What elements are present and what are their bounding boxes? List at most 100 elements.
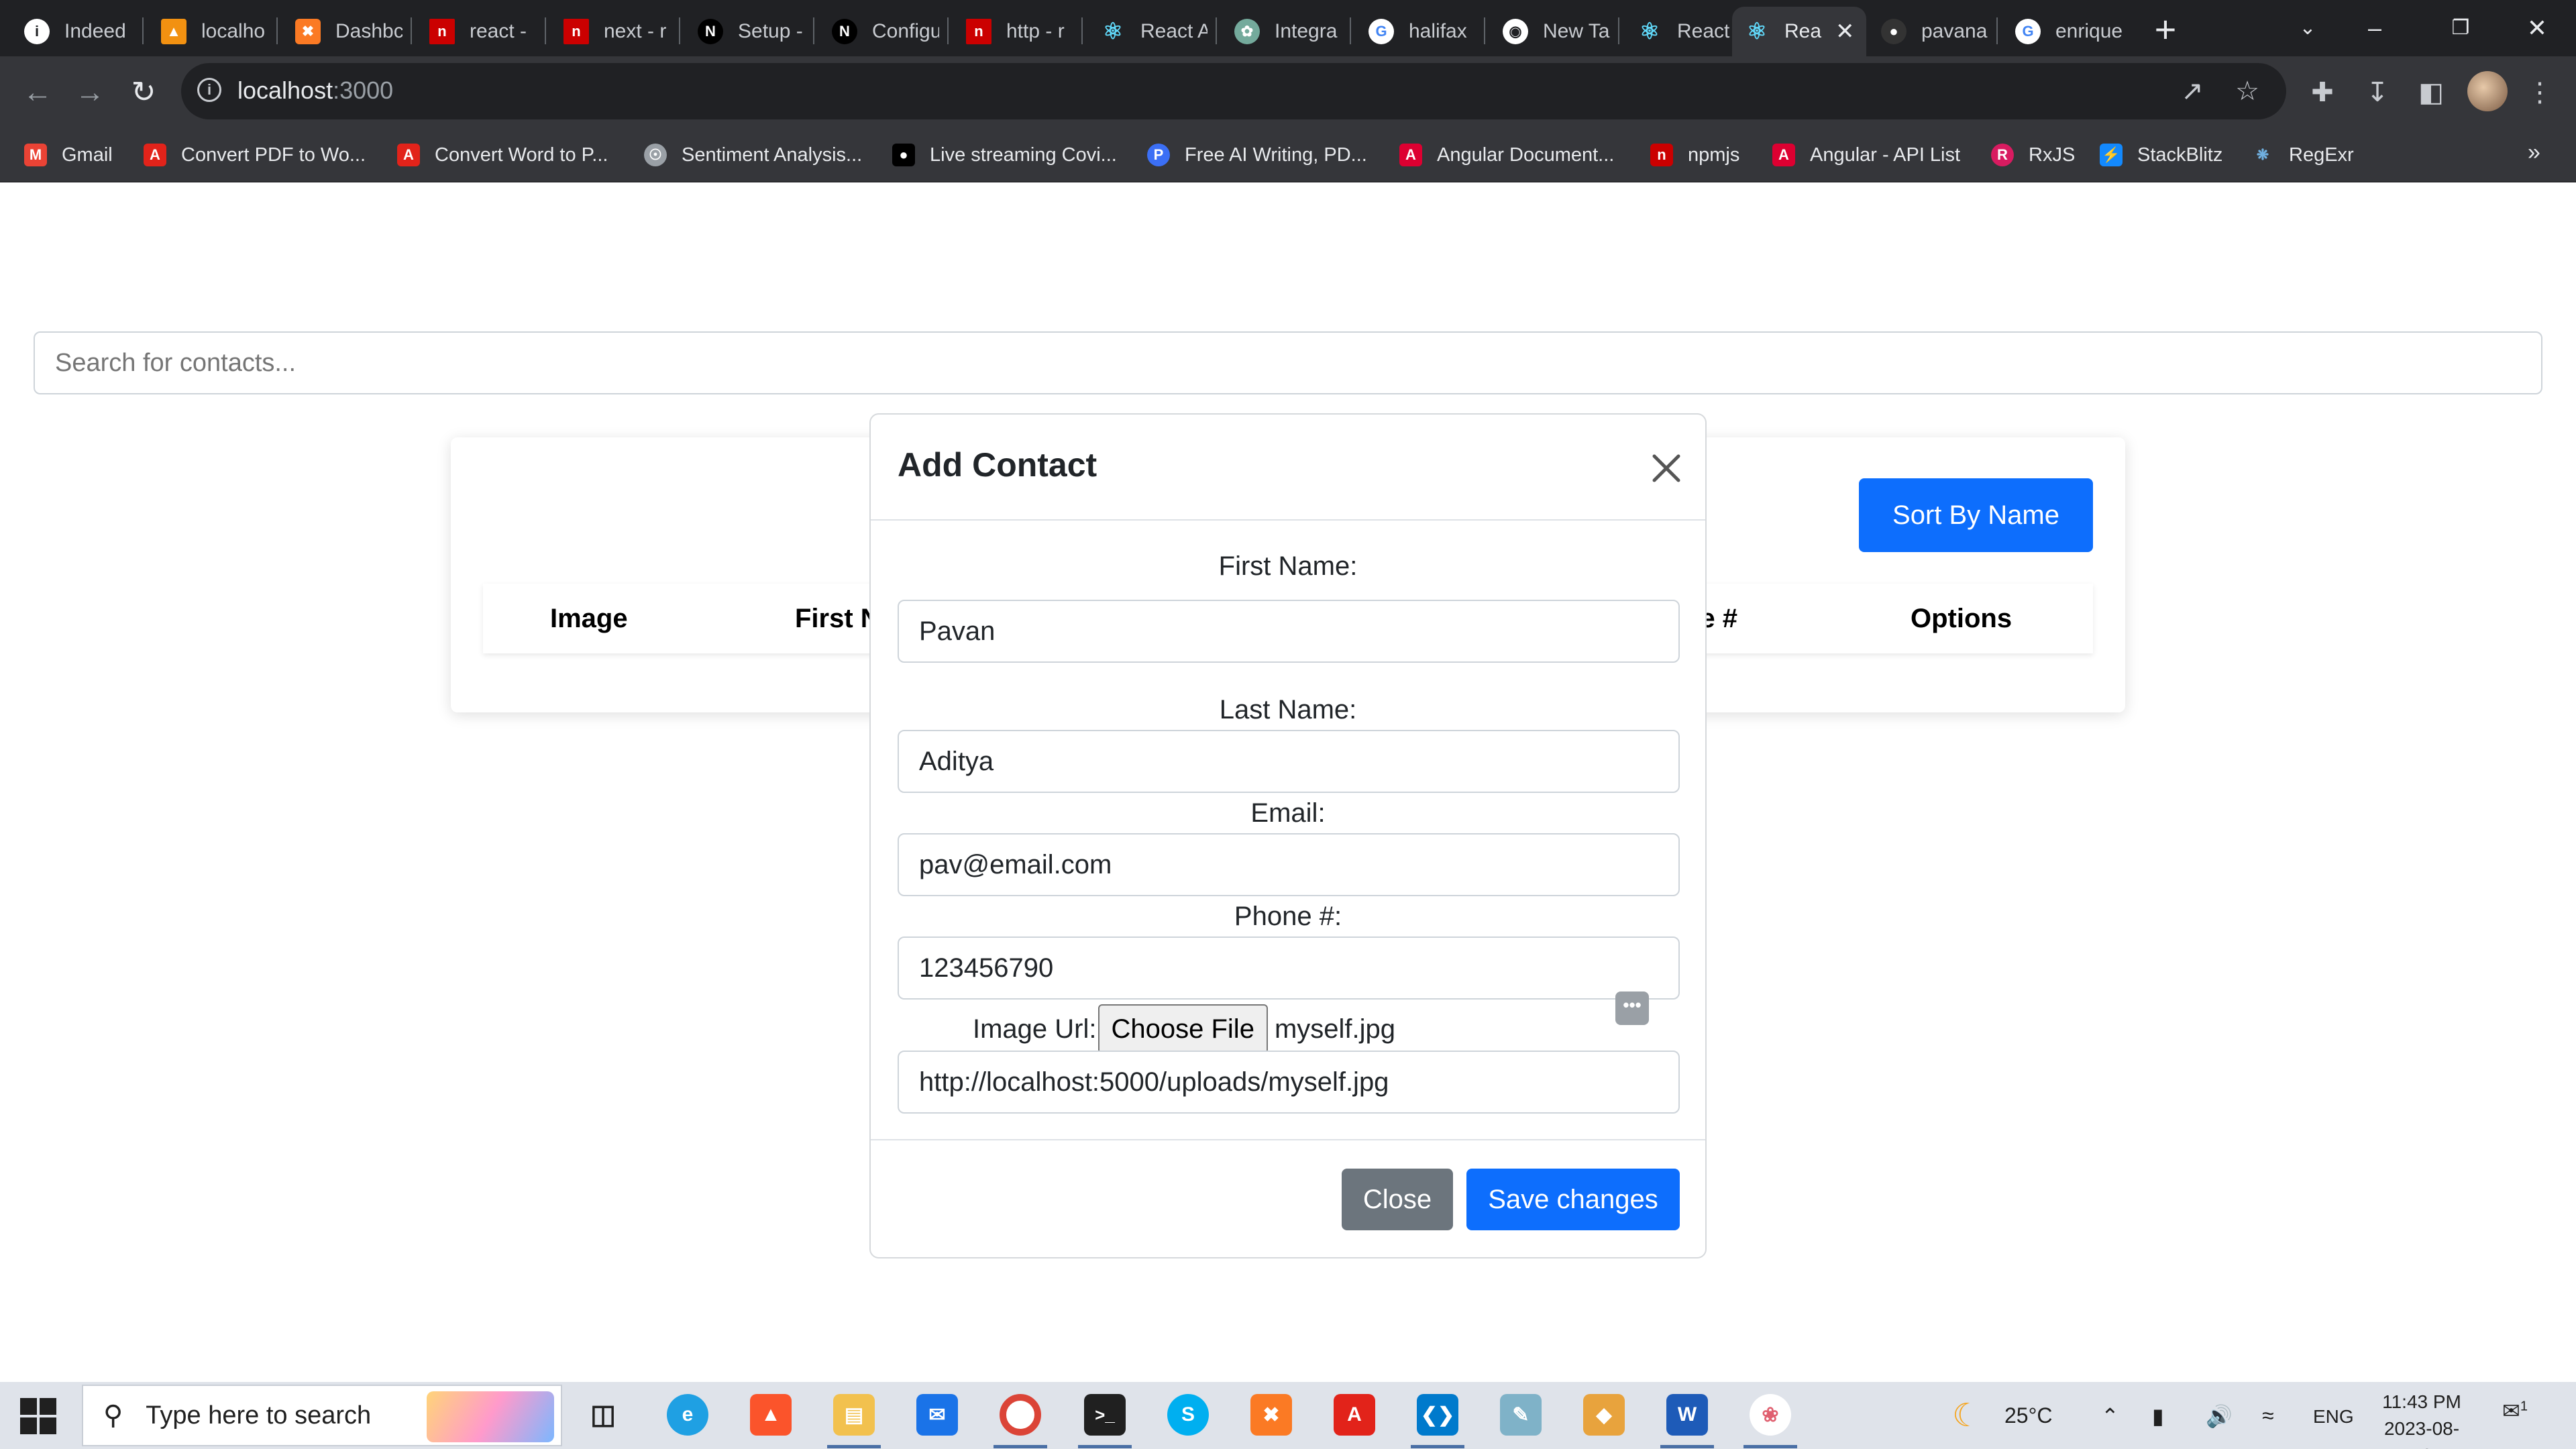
gmail-icon: M xyxy=(24,144,47,166)
weather-temperature[interactable]: 25°C xyxy=(2004,1403,2053,1428)
browser-tab-active[interactable]: ⚛ Rea ✕ xyxy=(1732,7,1866,56)
browser-tab[interactable]: G halifax xyxy=(1356,7,1480,56)
browser-tab[interactable]: n next - r xyxy=(551,7,675,56)
bookmark-npmjs[interactable]: n npmjs xyxy=(1650,140,1739,170)
extensions-icon[interactable]: ✚ xyxy=(2302,72,2343,113)
contact-search-input[interactable] xyxy=(34,331,2542,394)
close-button[interactable]: Close xyxy=(1342,1169,1453,1230)
save-changes-button[interactable]: Save changes xyxy=(1466,1169,1680,1230)
bookmark-sentiment[interactable]: ☉ Sentiment Analysis... xyxy=(644,140,862,170)
profile-avatar[interactable] xyxy=(2467,71,2508,111)
minimize-button[interactable]: – xyxy=(2348,7,2402,50)
ai-icon: P xyxy=(1147,144,1170,166)
skype-icon[interactable]: S xyxy=(1167,1394,1209,1436)
wifi-icon[interactable]: ≈ xyxy=(2262,1403,2274,1428)
choose-file-button[interactable]: Choose File xyxy=(1097,1004,1268,1054)
word-icon[interactable]: W xyxy=(1666,1394,1708,1436)
close-window-button[interactable]: ✕ xyxy=(2510,7,2564,50)
browser-tab[interactable]: ◉ New Ta xyxy=(1491,7,1614,56)
task-view-icon[interactable]: ◫ xyxy=(582,1394,624,1436)
bookmark-rxjs[interactable]: R RxJS xyxy=(1991,140,2075,170)
git-kraken-icon[interactable]: ◆ xyxy=(1583,1394,1625,1436)
nextjs-icon: N xyxy=(832,19,857,44)
add-contact-modal: Add Contact First Name: Pavan Last Name:… xyxy=(869,413,1707,1258)
share-icon[interactable]: ↗ xyxy=(2172,71,2212,111)
first-name-field[interactable]: Pavan xyxy=(898,600,1680,663)
terminal-icon[interactable]: >_ xyxy=(1084,1394,1126,1436)
browser-tab[interactable]: n http - r xyxy=(954,7,1077,56)
notification-center-icon[interactable]: ✉1 xyxy=(2502,1398,2528,1424)
language-indicator[interactable]: ENG xyxy=(2313,1406,2354,1428)
xampp-icon[interactable]: ✖ xyxy=(1250,1394,1292,1436)
regexr-icon: ❋ xyxy=(2256,146,2269,163)
system-clock[interactable]: 11:43 PM 2023-08-10 xyxy=(2375,1389,2469,1449)
browser-tab[interactable]: N Configu xyxy=(820,7,943,56)
acrobat-icon[interactable]: A xyxy=(1334,1394,1375,1436)
show-hidden-icons[interactable]: ⌃ xyxy=(2101,1403,2119,1429)
first-name-label: First Name: xyxy=(1218,551,1358,581)
browser-tab[interactable]: ✿ Integra xyxy=(1222,7,1346,56)
browser-tab[interactable]: ⚛ React A xyxy=(1088,7,1212,56)
browser-tab[interactable]: ● pavana xyxy=(1869,7,1992,56)
browser-tab[interactable]: n react - xyxy=(417,7,541,56)
bookmark-convert-pdf[interactable]: A Convert PDF to Wo... xyxy=(144,140,366,170)
site-info-icon[interactable]: i xyxy=(197,78,221,102)
menu-kebab-icon[interactable]: ⋮ xyxy=(2520,72,2560,113)
reload-button[interactable]: ↻ xyxy=(122,71,165,114)
side-panel-icon[interactable]: ◧ xyxy=(2411,72,2451,113)
forward-button[interactable]: → xyxy=(68,71,111,114)
bookmarks-overflow-icon[interactable]: » xyxy=(2528,140,2540,166)
weather-moon-icon[interactable]: ☾ xyxy=(1952,1397,1981,1434)
mail-icon[interactable]: ✉ xyxy=(916,1394,958,1436)
browser-tab[interactable]: ▲ localho xyxy=(149,7,272,56)
bookmark-free-ai-writing[interactable]: P Free AI Writing, PD... xyxy=(1147,140,1367,170)
battery-icon[interactable]: ▮ xyxy=(2152,1403,2164,1429)
close-icon[interactable] xyxy=(1648,449,1685,487)
notepad-icon[interactable]: ✎ xyxy=(1500,1394,1542,1436)
bookmark-star-icon[interactable]: ☆ xyxy=(2227,71,2267,111)
sort-by-name-button[interactable]: Sort By Name xyxy=(1859,478,2093,552)
edge-icon[interactable]: e xyxy=(667,1394,708,1436)
bookmark-angular-api[interactable]: A Angular - API List xyxy=(1772,140,1960,170)
pdf-icon: A xyxy=(397,144,420,166)
vscode-icon[interactable]: ❮❯ xyxy=(1417,1394,1458,1436)
autofill-dots-icon[interactable]: ••• xyxy=(1615,991,1649,1025)
bookmark-live-streaming[interactable]: ● Live streaming Covi... xyxy=(892,140,1117,170)
bookmark-stackblitz[interactable]: ⚡ StackBlitz xyxy=(2100,140,2222,170)
tab-search-button[interactable]: ⌄ xyxy=(2281,7,2334,50)
bookmark-gmail[interactable]: M Gmail xyxy=(24,140,113,170)
taskbar-search-box[interactable]: ⚲ Type here to search xyxy=(82,1385,562,1446)
browser-tab[interactable]: i Indeed xyxy=(12,7,136,56)
image-upload-row: Image Url: Choose File myself.jpg xyxy=(973,1004,1395,1055)
windows-start-icon[interactable] xyxy=(20,1398,56,1434)
image-url-field[interactable]: http://localhost:5000/uploads/myself.jpg xyxy=(898,1051,1680,1114)
bookmark-convert-word[interactable]: A Convert Word to P... xyxy=(397,140,608,170)
download-icon[interactable]: ↧ xyxy=(2357,72,2398,113)
page-content: Sort By Name Image First N ne # Options … xyxy=(0,182,2576,1382)
rxjs-icon: R xyxy=(1991,144,2014,166)
volume-icon[interactable]: 🔊 xyxy=(2206,1403,2233,1429)
snipping-tool-icon[interactable]: ❀ xyxy=(1750,1394,1791,1436)
running-indicator xyxy=(1743,1445,1797,1448)
file-explorer-icon[interactable]: ▤ xyxy=(833,1394,875,1436)
browser-tab[interactable]: G enrique xyxy=(2003,7,2127,56)
tab-separator xyxy=(1216,17,1217,44)
phone-field[interactable]: 123456790 xyxy=(898,936,1680,1000)
browser-tab[interactable]: N Setup - xyxy=(686,7,809,56)
chrome-icon[interactable] xyxy=(1000,1394,1041,1436)
column-header-options: Options xyxy=(1911,604,2012,633)
bookmark-regexr[interactable]: ❋ RegExr xyxy=(2251,140,2354,170)
npm-icon: n xyxy=(1650,144,1673,166)
address-bar[interactable]: i localhost:3000 ↗ ☆ xyxy=(181,63,2286,119)
browser-tab[interactable]: ⚛ React A xyxy=(1625,7,1748,56)
bookmark-angular-docs[interactable]: A Angular Document... xyxy=(1399,140,1614,170)
brave-icon[interactable]: ▲ xyxy=(750,1394,792,1436)
restore-button[interactable]: ❐ xyxy=(2434,7,2487,50)
close-tab-icon[interactable]: ✕ xyxy=(1835,18,1855,45)
back-button[interactable]: ← xyxy=(16,71,59,114)
new-tab-button[interactable]: + xyxy=(2144,9,2187,52)
pdf-icon: A xyxy=(144,144,166,166)
browser-tab[interactable]: ✖ Dashbc xyxy=(283,7,407,56)
last-name-field[interactable]: Aditya xyxy=(898,730,1680,793)
email-field[interactable]: pav@email.com xyxy=(898,833,1680,896)
